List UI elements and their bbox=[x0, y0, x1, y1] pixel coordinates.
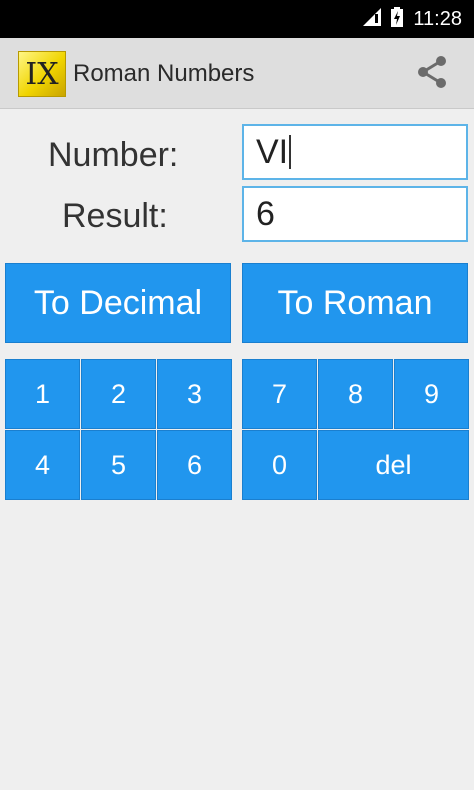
key-0[interactable]: 0 bbox=[242, 430, 317, 500]
result-field-value: 6 bbox=[256, 194, 275, 233]
key-7[interactable]: 7 bbox=[242, 359, 317, 429]
key-4[interactable]: 4 bbox=[5, 430, 80, 500]
number-input-value: VI bbox=[256, 132, 289, 171]
share-button[interactable] bbox=[410, 52, 454, 96]
to-roman-button[interactable]: To Roman bbox=[242, 263, 468, 343]
share-icon bbox=[414, 54, 450, 94]
key-1[interactable]: 1 bbox=[5, 359, 80, 429]
key-6[interactable]: 6 bbox=[157, 430, 232, 500]
app-title: Roman Numbers bbox=[73, 60, 255, 87]
key-8[interactable]: 8 bbox=[318, 359, 393, 429]
result-label: Result: bbox=[62, 197, 168, 235]
number-label: Number: bbox=[48, 136, 179, 174]
key-2[interactable]: 2 bbox=[81, 359, 156, 429]
clock: 11:28 bbox=[413, 7, 462, 30]
result-field[interactable]: 6 bbox=[242, 186, 468, 242]
battery-icon bbox=[391, 7, 404, 31]
key-9[interactable]: 9 bbox=[394, 359, 469, 429]
key-3[interactable]: 3 bbox=[157, 359, 232, 429]
delete-key[interactable]: del bbox=[318, 430, 469, 500]
to-decimal-button[interactable]: To Decimal bbox=[5, 263, 231, 343]
signal-icon bbox=[363, 8, 382, 30]
action-bar: IX Roman Numbers bbox=[0, 38, 474, 109]
number-input[interactable]: VI bbox=[242, 124, 468, 180]
app-logo: IX bbox=[18, 51, 66, 97]
key-5[interactable]: 5 bbox=[81, 430, 156, 500]
status-bar: 11:28 bbox=[0, 0, 474, 38]
text-cursor bbox=[289, 135, 292, 169]
